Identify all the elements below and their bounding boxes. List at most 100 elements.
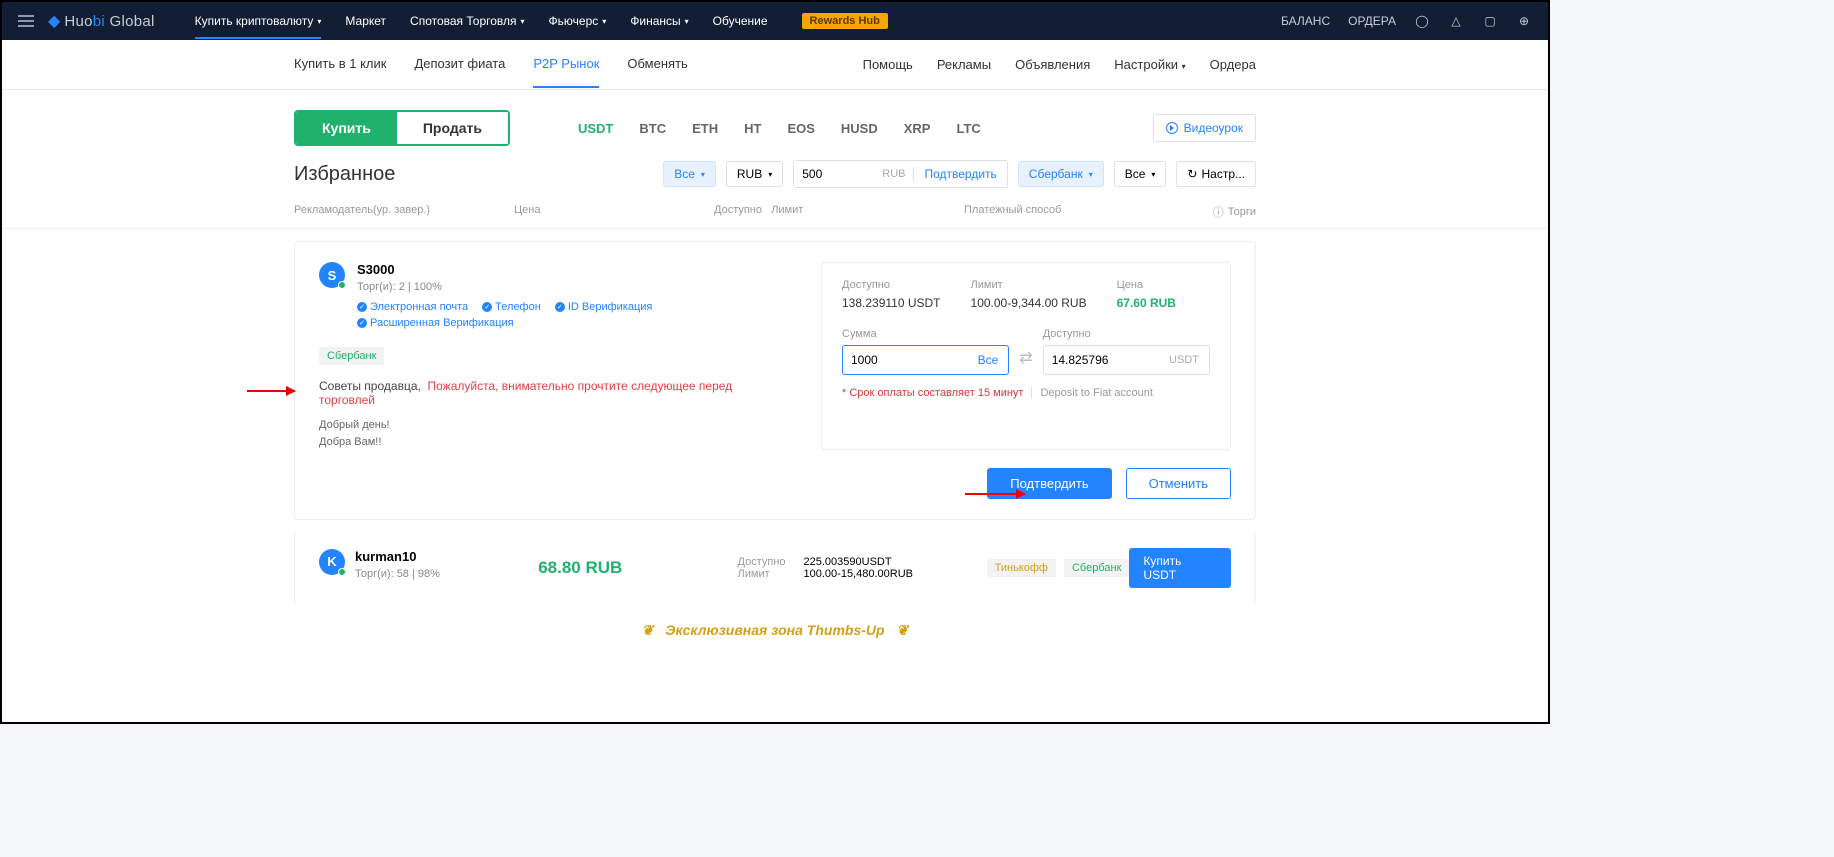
deposit-fiat-link[interactable]: Deposit to Fiat account <box>1031 387 1153 399</box>
coin-husd[interactable]: HUSD <box>841 121 878 136</box>
nav-spot[interactable]: Спотовая Торговля▾ <box>410 14 525 28</box>
nav-market[interactable]: Маркет <box>345 14 386 28</box>
limit-label: Лимит <box>971 279 1087 291</box>
chevron-down-icon: ▾ <box>602 17 606 26</box>
chevron-down-icon: ▾ <box>1182 62 1186 71</box>
seller-stats: Торг(и): 58 | 98% <box>355 568 440 580</box>
nav-balance[interactable]: БАЛАНС <box>1281 14 1330 28</box>
avatar[interactable]: K <box>319 549 345 575</box>
amount-confirm[interactable]: Подтвердить <box>913 167 1006 181</box>
bell-icon[interactable]: △ <box>1448 13 1464 29</box>
seller-name[interactable]: S3000 <box>357 262 791 277</box>
filter-all[interactable]: Все▾ <box>663 161 716 187</box>
th-advertiser: Рекламодатель(ур. завер.) <box>294 204 514 220</box>
limit-value: 100.00-15,480.00RUB <box>804 568 913 580</box>
refresh-icon: ↻ <box>1187 167 1197 181</box>
info-icon: ⓘ <box>1213 204 1224 220</box>
available-value: 138.239110 USDT <box>842 296 941 310</box>
coin-ltc[interactable]: LTC <box>956 121 980 136</box>
seller-advice: Советы продавца, Пожалуйста, внимательно… <box>319 379 791 407</box>
filter-all2[interactable]: Все▾ <box>1114 161 1167 187</box>
nav-finance[interactable]: Финансы▾ <box>630 14 688 28</box>
trade-box: Доступно 138.239110 USDT Лимит 100.00-9,34… <box>821 262 1231 450</box>
coin-eos[interactable]: EOS <box>787 121 814 136</box>
nav-buy-crypto[interactable]: Купить криптовалюту▾ <box>195 14 322 39</box>
price-label: Цена <box>1117 279 1176 291</box>
receive-input[interactable] <box>1044 353 1159 367</box>
avatar[interactable]: S <box>319 262 345 288</box>
chevron-down-icon: ▾ <box>685 17 689 26</box>
check-icon: ✓ <box>357 302 367 312</box>
play-icon <box>1166 122 1178 134</box>
user-icon[interactable]: ◯ <box>1414 13 1430 29</box>
coin-eth[interactable]: ETH <box>692 121 718 136</box>
video-tutorial-link[interactable]: Видеоурок <box>1153 114 1256 142</box>
filter-fiat[interactable]: RUB▾ <box>726 161 783 187</box>
receive-label: Доступно <box>1043 328 1210 340</box>
th-payment: Платежный способ <box>964 204 1213 220</box>
all-button[interactable]: Все <box>968 353 1009 367</box>
subnav-settings[interactable]: Настройки ▾ <box>1114 42 1185 87</box>
receive-input-wrap: USDT <box>1043 345 1210 375</box>
th-available: Доступно Лимит <box>714 204 964 220</box>
coin-xrp[interactable]: XRP <box>904 121 931 136</box>
nav-futures[interactable]: Фьючерс▾ <box>549 14 607 28</box>
check-icon: ✓ <box>482 302 492 312</box>
online-dot <box>338 568 346 576</box>
top-nav: ◆ Huobi Global Купить криптовалюту▾ Марк… <box>2 2 1548 40</box>
sell-button[interactable]: Продать <box>397 112 508 144</box>
filter-row: Избранное Все▾ RUB▾ RUB Подтвердить Сбер… <box>2 160 1548 188</box>
seller-name[interactable]: kurman10 <box>355 549 440 564</box>
coin-usdt[interactable]: USDT <box>578 121 613 136</box>
filter-settings[interactable]: ↻Настр... <box>1176 161 1256 187</box>
check-icon: ✓ <box>357 318 367 328</box>
buy-button[interactable]: Купить <box>296 112 397 144</box>
check-icon: ✓ <box>555 302 565 312</box>
chevron-down-icon: ▾ <box>1089 170 1093 179</box>
subnav-deposit[interactable]: Депозит фиата <box>414 41 505 88</box>
subnav-orders2[interactable]: Ордера <box>1210 42 1256 87</box>
chevron-down-icon: ▾ <box>317 17 321 26</box>
chevron-down-icon: ▾ <box>701 170 705 179</box>
subnav-announce[interactable]: Объявления <box>1015 42 1090 87</box>
offer-row: K kurman10 Торг(и): 58 | 98% 68.80 RUB Д… <box>294 532 1256 604</box>
coin-ht[interactable]: HT <box>744 121 761 136</box>
filter-bank[interactable]: Сбербанк▾ <box>1018 161 1104 187</box>
filter-amount: RUB Подтвердить <box>793 160 1008 188</box>
th-price: Цена <box>514 204 714 220</box>
table-header: Рекламодатель(ур. завер.) Цена Доступно … <box>2 196 1548 229</box>
subnav-oneclick[interactable]: Купить в 1 клик <box>294 41 386 88</box>
subnav-p2p[interactable]: P2P Рынок <box>533 41 599 88</box>
badge-id: ✓ID Верификация <box>555 301 653 313</box>
sum-label: Сумма <box>842 328 1009 340</box>
seller-stats: Торг(и): 2 | 100% <box>357 281 791 293</box>
sum-input[interactable] <box>843 353 968 367</box>
laurel-icon: ❦ <box>642 622 654 639</box>
limit-value: 100.00-9,344.00 RUB <box>971 296 1087 310</box>
offer-card-expanded: S S3000 Торг(и): 2 | 100% ✓Электронная п… <box>294 241 1256 520</box>
coin-btc[interactable]: BTC <box>639 121 666 136</box>
subnav-exchange[interactable]: Обменять <box>627 41 687 88</box>
chevron-down-icon: ▾ <box>521 17 525 26</box>
amount-input[interactable] <box>794 167 874 181</box>
download-icon[interactable]: ▢ <box>1482 13 1498 29</box>
online-dot <box>338 281 346 289</box>
logo[interactable]: ◆ Huobi Global <box>48 11 155 31</box>
thumbs-up-banner: ❦ Эксклюзивная зона Thumbs-Up ❦ <box>294 614 1256 647</box>
nav-orders[interactable]: ОРДЕРА <box>1348 14 1396 28</box>
payment-tag: Сбербанк <box>319 347 384 365</box>
buy-usdt-button[interactable]: Купить USDT <box>1129 548 1231 588</box>
chevron-down-icon: ▾ <box>768 170 772 179</box>
available-label: Доступно <box>738 556 798 568</box>
rewards-hub-button[interactable]: Rewards Hub <box>802 13 888 29</box>
limit-label: Лимит <box>738 568 798 580</box>
swap-icon: ⇄ <box>1019 348 1032 375</box>
subnav-ads[interactable]: Рекламы <box>937 42 991 87</box>
globe-icon[interactable]: ⊕ <box>1516 13 1532 29</box>
flame-icon: ◆ <box>48 11 60 31</box>
cancel-button[interactable]: Отменить <box>1126 468 1231 499</box>
nav-learn[interactable]: Обучение <box>713 14 768 28</box>
menu-icon[interactable] <box>18 15 34 27</box>
payment-deadline: * Срок оплаты составляет 15 минут <box>842 387 1023 399</box>
subnav-help[interactable]: Помощь <box>863 42 913 87</box>
